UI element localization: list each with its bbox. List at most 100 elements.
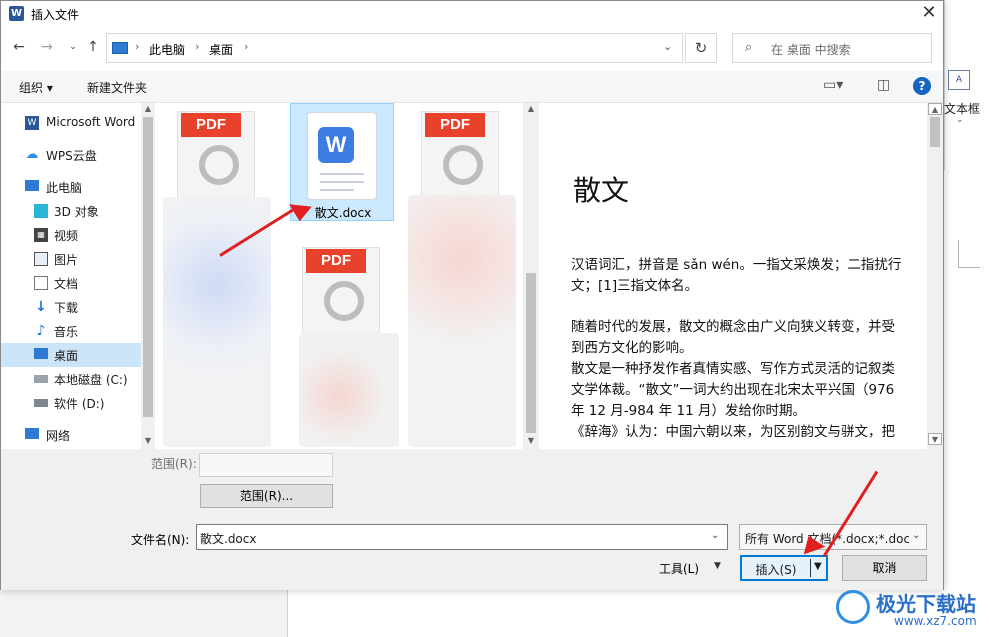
sidebar-item-documents[interactable]: 文档 [1, 271, 141, 295]
word-icon: W [25, 116, 39, 130]
cloud-icon: ☁ [25, 147, 39, 162]
navigation-pane: W Microsoft Word ☁ WPS云盘 此电脑 3D 对象 ▦ 视频 … [1, 103, 155, 449]
address-bar[interactable]: › 此电脑 › 桌面 › ⌄ [106, 33, 683, 63]
file-list: PDF W 散文.docx PDF PDF [155, 103, 523, 449]
pdf-icon: PDF [306, 249, 366, 273]
insert-dropdown-arrow-icon[interactable]: ▼ [814, 561, 822, 572]
doc-line [320, 173, 364, 175]
scroll-down-icon[interactable]: ▼ [141, 435, 155, 447]
watermark-brand: 极光下载站 [876, 592, 976, 616]
scrollbar-thumb[interactable] [143, 117, 153, 417]
word-document-area [944, 170, 989, 590]
insert-button-label[interactable]: 插入(S) [742, 561, 810, 578]
watermark: 极光下载站 www.xz7.com [836, 586, 986, 632]
word-badge-icon: W [318, 127, 354, 163]
scroll-down-icon[interactable]: ▼ [928, 433, 942, 445]
scroll-up-icon[interactable]: ▲ [928, 103, 942, 115]
sidebar-item-wps-cloud[interactable]: ☁ WPS云盘 [1, 143, 141, 167]
new-folder-button[interactable]: 新建文件夹 [87, 79, 147, 96]
help-icon[interactable]: ? [913, 77, 931, 95]
sidebar-item-drive-c[interactable]: 本地磁盘 (C:) [1, 367, 141, 391]
sidebar-item-label: 本地磁盘 (C:) [54, 373, 128, 387]
scrollbar-thumb[interactable] [930, 117, 940, 147]
sidebar-item-label: 下载 [54, 301, 79, 315]
doc-line [320, 181, 364, 183]
up-arrow-icon[interactable]: ↑ [83, 37, 103, 57]
range-label: 范围(R): [151, 457, 197, 471]
back-arrow-icon[interactable]: ← [9, 37, 29, 57]
document-icon [34, 276, 48, 290]
sidebar-item-videos[interactable]: ▦ 视频 [1, 223, 141, 247]
pdf-reader-logo-icon [324, 281, 364, 321]
preview-paragraph: 《辞海》认为：中国六朝以来，为区别韵文与骈文，把 [571, 424, 895, 440]
filename-field[interactable]: 散文.docx ⌄ [196, 524, 728, 550]
watermark-logo-icon [836, 590, 870, 624]
drive-icon [34, 375, 48, 383]
pdf-icon: PDF [181, 113, 241, 137]
sidebar-item-label: Microsoft Word [46, 115, 136, 129]
blurred-file-thumbnail[interactable] [299, 333, 399, 447]
view-options-icon[interactable]: ▭▾ [823, 77, 843, 93]
scroll-down-icon[interactable]: ▼ [523, 435, 539, 447]
range-input [199, 453, 333, 477]
sidebar-item-music[interactable]: ♪ 音乐 [1, 319, 141, 343]
scroll-up-icon[interactable]: ▲ [141, 103, 155, 115]
breadcrumb-this-pc[interactable]: 此电脑 [149, 41, 185, 58]
sidebar-item-label: 软件 (D:) [54, 397, 105, 411]
sidebar-item-drive-d[interactable]: 软件 (D:) [1, 391, 141, 415]
refresh-button[interactable]: ↻ [685, 33, 717, 63]
split-divider [810, 559, 811, 577]
breadcrumb-separator-icon[interactable]: › [135, 40, 139, 53]
preview-pane-icon[interactable]: ◫ [877, 77, 890, 93]
video-icon: ▦ [34, 228, 48, 242]
forward-arrow-icon[interactable]: → [37, 37, 57, 57]
search-icon: ⌕ [745, 40, 753, 55]
dropdown-arrow-icon[interactable]: ▼ [714, 561, 721, 571]
sidebar-item-network[interactable]: 网络 [1, 423, 141, 447]
sidebar-item-pictures[interactable]: 图片 [1, 247, 141, 271]
sidebar-item-microsoft-word[interactable]: W Microsoft Word [1, 111, 141, 135]
sidebar-item-desktop[interactable]: 桌面 [1, 343, 141, 367]
tools-menu[interactable]: 工具(L) [659, 560, 699, 577]
search-box[interactable]: ⌕ 在 桌面 中搜索 [732, 33, 932, 63]
sidebar-item-label: 网络 [46, 429, 71, 443]
title-bar: W 插入文件 ✕ [1, 1, 943, 27]
textbox-icon[interactable]: A [948, 70, 970, 90]
cancel-button[interactable]: 取消 [842, 555, 927, 581]
sidebar-scrollbar[interactable]: ▲ ▼ [141, 103, 155, 449]
sidebar-item-this-pc[interactable]: 此电脑 [1, 175, 141, 199]
organize-menu[interactable]: 组织 ▾ [19, 79, 53, 96]
preview-paragraph: 随着时代的发展，散文的概念由广义向狭义转变，并受到西方文化的影响。 [571, 319, 895, 356]
breadcrumb-desktop[interactable]: 桌面 [209, 41, 233, 58]
filename-value: 散文.docx [200, 532, 257, 546]
sidebar-item-downloads[interactable]: ↓ 下载 [1, 295, 141, 319]
sidebar-item-label: 文档 [54, 277, 79, 291]
sidebar-item-3d-objects[interactable]: 3D 对象 [1, 199, 141, 223]
file-list-scrollbar[interactable]: ▲ ▼ [523, 103, 539, 449]
scroll-up-icon[interactable]: ▲ [523, 103, 539, 115]
range-button[interactable]: 范围(R)... [200, 484, 333, 508]
network-icon [25, 428, 39, 439]
recent-locations-chevron-icon[interactable]: ⌄ [63, 37, 83, 57]
doc-line [320, 189, 354, 191]
scrollbar-thumb[interactable] [526, 273, 536, 433]
pc-icon [25, 180, 39, 191]
breadcrumb-separator-icon[interactable]: › [195, 40, 199, 53]
chevron-down-icon[interactable]: ⌄ [912, 530, 920, 541]
search-input[interactable]: 在 桌面 中搜索 [771, 41, 851, 58]
preview-pane: 散文 汉语词汇，拼音是 sǎn wén。一指文采焕发；二指扰行文；[1]三指文体… [541, 103, 927, 449]
breadcrumb-separator-icon[interactable]: › [244, 40, 248, 53]
chevron-down-icon[interactable]: ⌄ [711, 530, 719, 541]
sidebar-item-label: 视频 [54, 229, 79, 243]
close-button[interactable]: ✕ [913, 1, 945, 27]
preview-paragraph: 散文是一种抒发作者真情实感、写作方式灵活的记叙类文学体裁。“散文”一词大约出现在… [571, 361, 895, 419]
word-document-icon: W [307, 112, 377, 200]
address-dropdown-icon[interactable]: ⌄ [663, 40, 672, 53]
sidebar-item-label: 此电脑 [46, 181, 83, 195]
sidebar-item-label: 桌面 [54, 349, 79, 363]
sidebar-item-label: 图片 [54, 253, 79, 267]
preview-scrollbar[interactable]: ▲ ▼ [927, 103, 943, 449]
blurred-file-thumbnail[interactable] [408, 195, 516, 447]
chevron-down-icon[interactable]: ⌄ [956, 115, 964, 125]
3d-objects-icon [34, 204, 48, 218]
